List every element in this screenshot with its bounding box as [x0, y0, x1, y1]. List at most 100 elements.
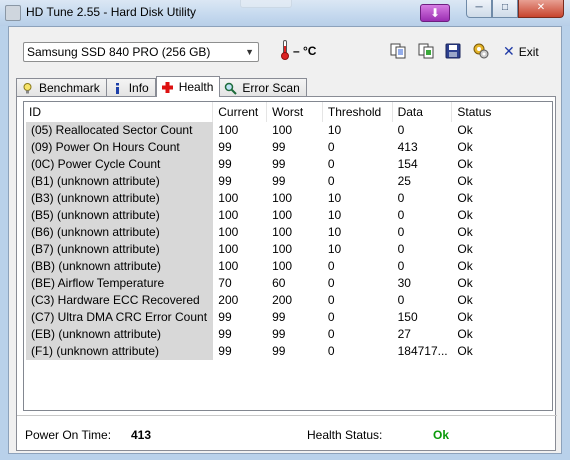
cell-id: (09) Power On Hours Count: [26, 139, 214, 156]
cell-threshold: 0: [327, 293, 335, 307]
table-row[interactable]: (EB) (unknown attribute) 99 99 0 27 Ok: [24, 326, 552, 343]
cell-worst: 100: [272, 259, 293, 273]
table-row[interactable]: (BB) (unknown attribute) 100 100 0 0 Ok: [24, 258, 552, 275]
cell-worst: 99: [272, 140, 286, 154]
save-icon[interactable]: [444, 42, 462, 60]
column-header-data[interactable]: Data: [392, 102, 453, 122]
cell-current: 100: [218, 208, 239, 222]
table-row[interactable]: (B5) (unknown attribute) 100 100 10 0 Ok: [24, 207, 552, 224]
cell-current: 99: [218, 140, 232, 154]
cell-id: (B6) (unknown attribute): [26, 224, 214, 241]
exit-icon: ✕: [503, 43, 515, 59]
table-row[interactable]: (B3) (unknown attribute) 100 100 10 0 Ok: [24, 190, 552, 207]
cell-worst: 99: [272, 157, 286, 171]
cell-data: 0: [397, 293, 405, 307]
column-header-status[interactable]: Status: [452, 102, 552, 122]
health-cross-icon: [161, 81, 174, 94]
close-button[interactable]: ✕: [518, 0, 564, 18]
table-row[interactable]: (05) Reallocated Sector Count 100 100 10 0 Ok: [24, 122, 552, 139]
temperature-readout: – °C: [293, 44, 317, 58]
table-header: ID Current Worst Threshold Data Status: [24, 102, 552, 122]
cell-data: 150: [397, 310, 418, 324]
cell-threshold: 0: [327, 327, 335, 341]
app-icon: [5, 5, 21, 21]
options-icon[interactable]: [472, 42, 490, 60]
cell-data: 0: [397, 225, 405, 239]
tab-health[interactable]: Health: [155, 76, 221, 97]
table-row[interactable]: (F1) (unknown attribute) 99 99 0 184717... Ok: [24, 343, 552, 360]
exit-button[interactable]: ✕ Exit: [503, 42, 539, 60]
cell-data: 154: [397, 157, 418, 171]
cell-data: 0: [397, 259, 405, 273]
health-status-value: Ok: [433, 428, 450, 442]
column-header-current[interactable]: Current: [213, 102, 268, 122]
drive-select[interactable]: Samsung SSD 840 PRO (256 GB) ▼: [23, 42, 259, 62]
cell-threshold: 10: [327, 242, 342, 256]
table-row[interactable]: (C7) Ultra DMA CRC Error Count 99 99 0 150 Ok: [24, 309, 552, 326]
cell-id: (C7) Ultra DMA CRC Error Count: [26, 309, 214, 326]
cell-worst: 100: [272, 242, 293, 256]
cell-worst: 99: [272, 310, 286, 324]
cell-id: (0C) Power Cycle Count: [26, 156, 214, 173]
tab-info[interactable]: Info: [106, 78, 156, 97]
tab-benchmark-label: Benchmark: [39, 81, 100, 95]
cell-current: 99: [218, 157, 232, 171]
cell-id: (BE) Airflow Temperature: [26, 275, 214, 292]
health-panel: ID Current Worst Threshold Data Status (…: [16, 96, 557, 451]
cell-worst: 99: [272, 174, 286, 188]
cell-worst: 100: [272, 123, 293, 137]
table-row[interactable]: (C3) Hardware ECC Recovered 200 200 0 0 Ok: [24, 292, 552, 309]
cell-worst: 60: [272, 276, 286, 290]
copy-text-icon[interactable]: [389, 42, 407, 60]
favorite-button[interactable]: ⬇: [420, 4, 450, 22]
cell-status: Ok: [457, 174, 473, 188]
cell-status: Ok: [457, 123, 473, 137]
cell-current: 70: [218, 276, 232, 290]
copy-screenshot-icon[interactable]: [417, 42, 435, 60]
cell-current: 200: [218, 293, 239, 307]
tab-error-scan[interactable]: Error Scan: [220, 78, 307, 97]
lightbulb-icon: [21, 82, 34, 95]
magnifier-icon: [224, 82, 238, 95]
smart-attribute-table[interactable]: ID Current Worst Threshold Data Status (…: [23, 101, 553, 411]
tab-error-scan-label: Error Scan: [242, 81, 300, 95]
tab-info-label: Info: [128, 81, 149, 95]
title-bar: HD Tune 2.55 - Hard Disk Utility ⬇ ─ □ ✕: [0, 0, 570, 26]
cell-status: Ok: [457, 327, 473, 341]
column-header-worst[interactable]: Worst: [267, 102, 323, 122]
cell-data: 0: [397, 191, 405, 205]
chevron-down-icon: ▼: [245, 47, 254, 57]
cell-threshold: 0: [327, 259, 335, 273]
maximize-button[interactable]: □: [492, 0, 518, 18]
table-body: (05) Reallocated Sector Count 100 100 10 0 Ok…: [24, 122, 552, 360]
cell-threshold: 0: [327, 276, 335, 290]
column-header-threshold[interactable]: Threshold: [322, 102, 393, 122]
cell-status: Ok: [457, 191, 473, 205]
table-row[interactable]: (B1) (unknown attribute) 99 99 0 25 Ok: [24, 173, 552, 190]
minimize-button[interactable]: ─: [466, 0, 492, 18]
table-row[interactable]: (B7) (unknown attribute) 100 100 10 0 Ok: [24, 241, 552, 258]
table-row[interactable]: (BE) Airflow Temperature 70 60 0 30 Ok: [24, 275, 552, 292]
table-row[interactable]: (09) Power On Hours Count 99 99 0 413 Ok: [24, 139, 552, 156]
window-controls: ─ □ ✕: [466, 0, 564, 19]
column-header-id[interactable]: ID: [24, 102, 214, 122]
cell-id: (C3) Hardware ECC Recovered: [26, 292, 214, 309]
cell-data: 0: [397, 208, 405, 222]
cell-worst: 100: [272, 191, 293, 205]
table-row[interactable]: (0C) Power Cycle Count 99 99 0 154 Ok: [24, 156, 552, 173]
toolbar: Samsung SSD 840 PRO (256 GB) ▼ – °C ✕ Ex…: [9, 27, 561, 73]
cell-status: Ok: [457, 225, 473, 239]
cell-threshold: 10: [327, 208, 342, 222]
table-row[interactable]: (B6) (unknown attribute) 100 100 10 0 Ok: [24, 224, 552, 241]
tab-strip: Benchmark Info Health Error Scan: [16, 76, 307, 97]
cell-status: Ok: [457, 242, 473, 256]
cell-status: Ok: [457, 259, 473, 273]
cell-threshold: 0: [327, 157, 335, 171]
tab-benchmark[interactable]: Benchmark: [16, 78, 107, 97]
cell-id: (BB) (unknown attribute): [26, 258, 214, 275]
cell-threshold: 10: [327, 123, 342, 137]
power-on-time-label: Power On Time:: [25, 428, 112, 442]
window-title: HD Tune 2.55 - Hard Disk Utility: [26, 5, 197, 19]
cell-status: Ok: [457, 310, 473, 324]
cell-status: Ok: [457, 276, 473, 290]
